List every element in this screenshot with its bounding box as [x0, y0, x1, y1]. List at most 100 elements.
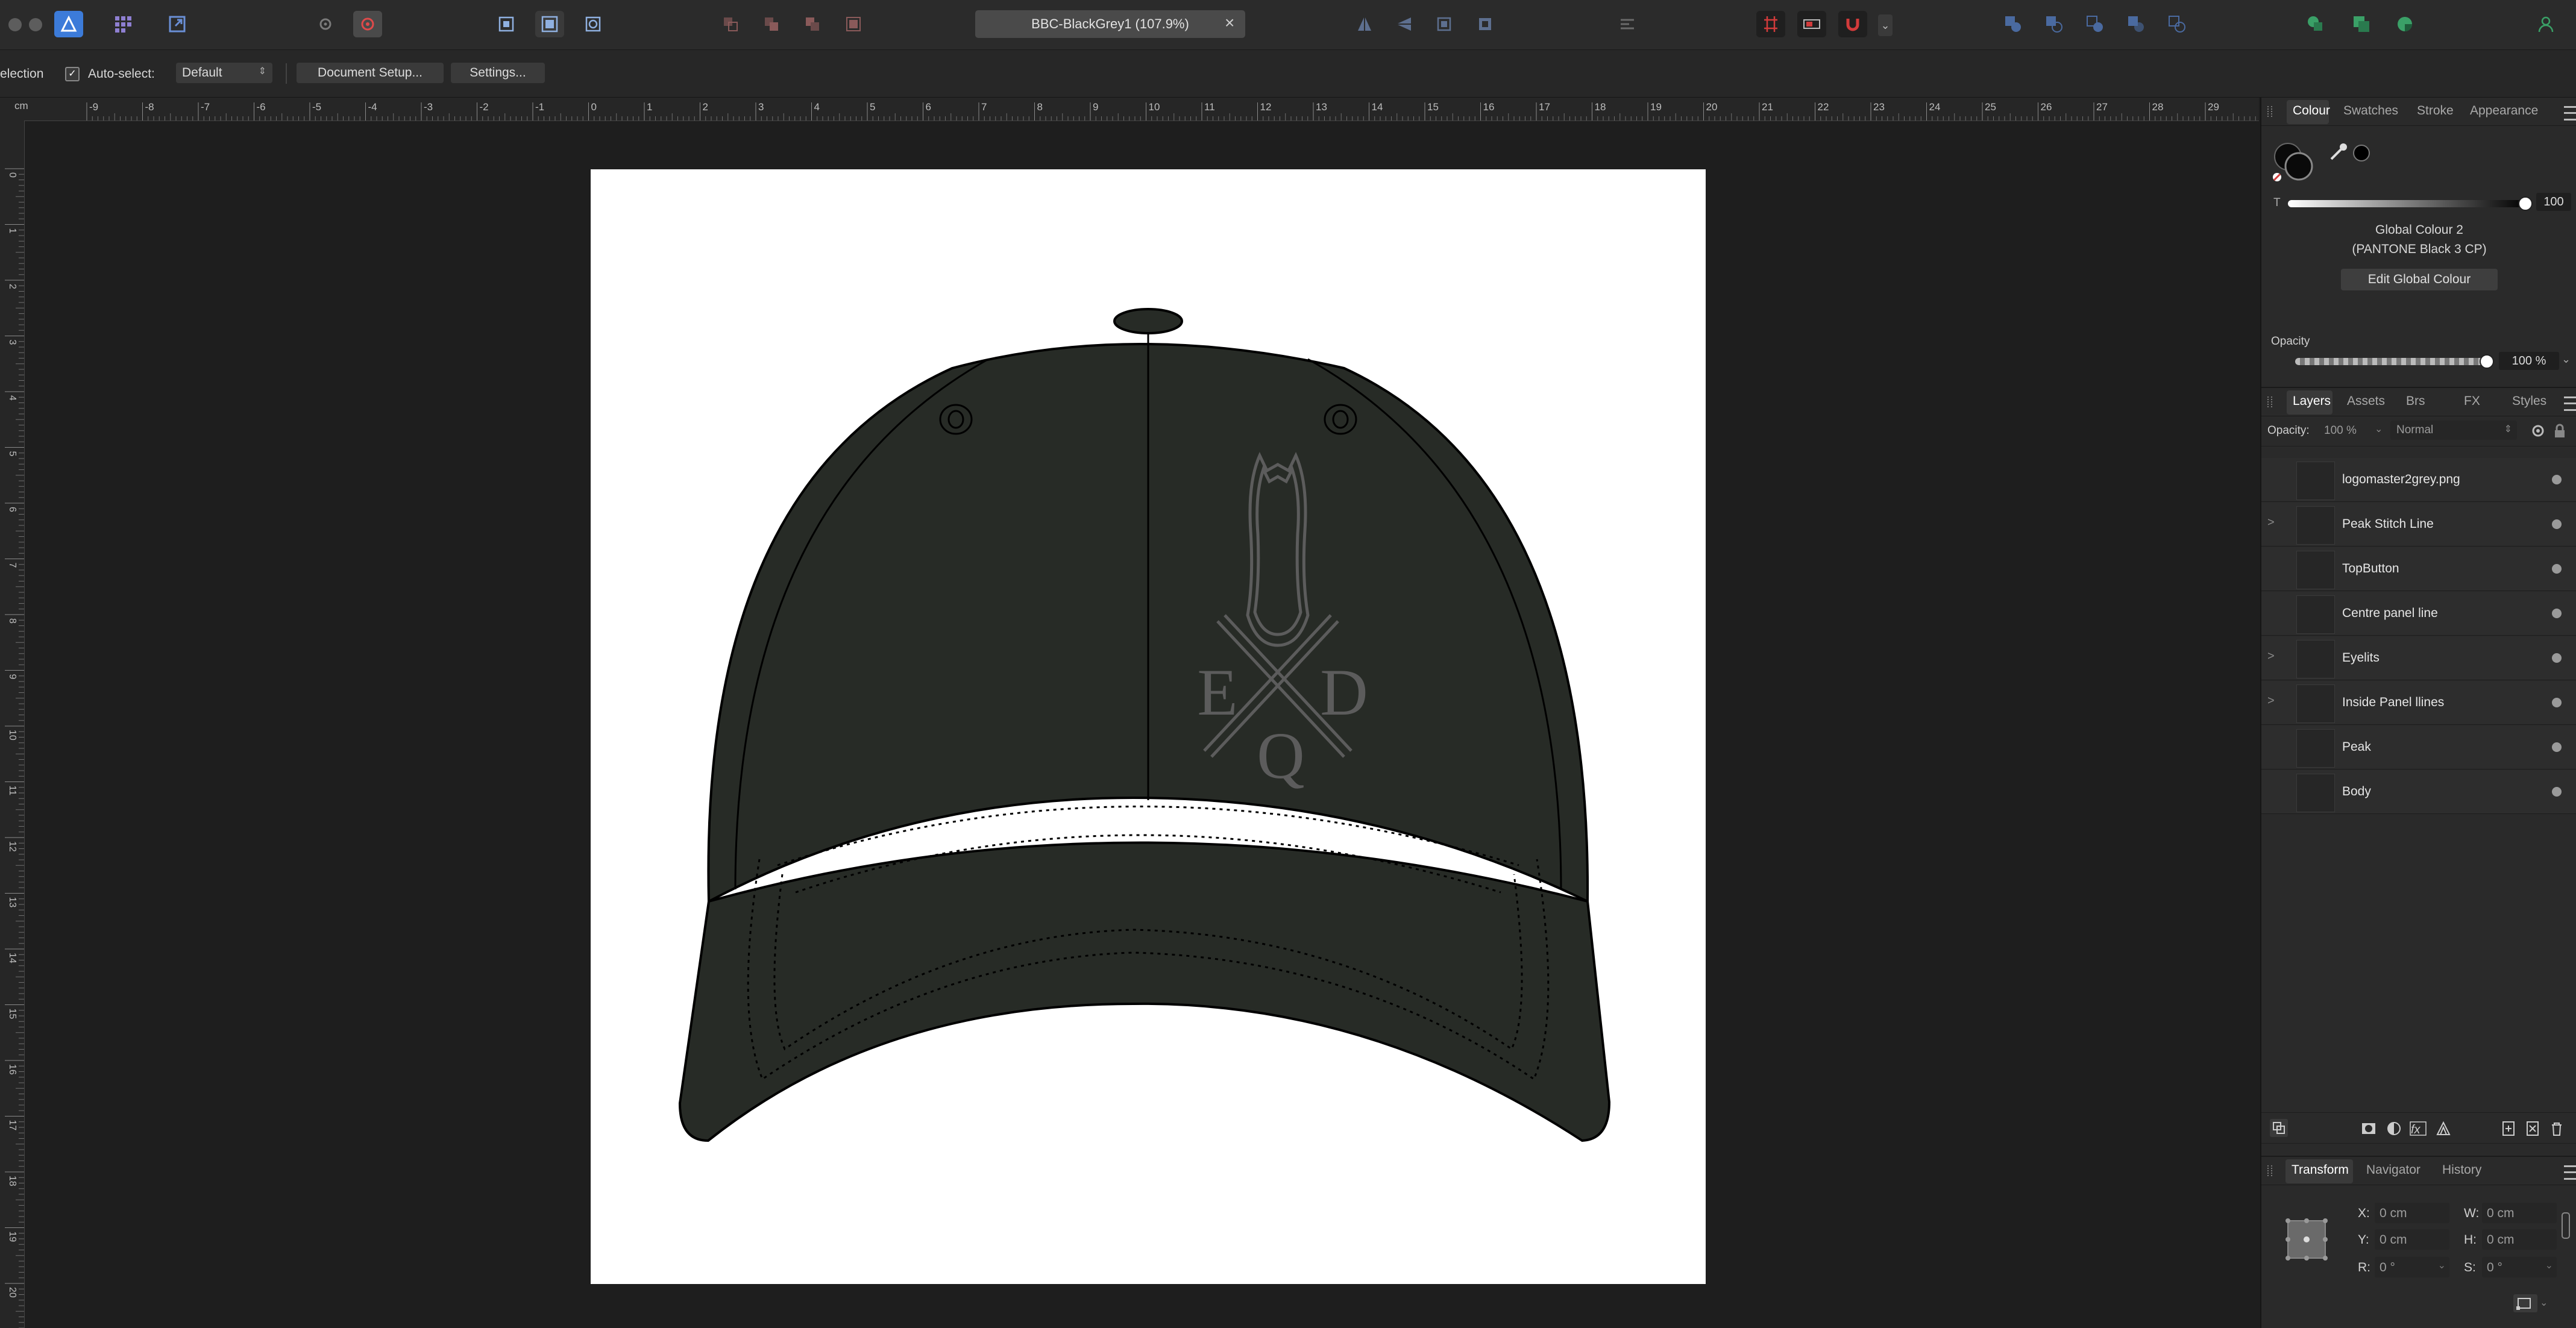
layer-expander[interactable]: > [2267, 694, 2275, 708]
tint-slider-handle[interactable] [2518, 196, 2533, 211]
tab-appearance[interactable]: Appearance [2470, 104, 2538, 118]
insert-behind-button[interactable] [2347, 11, 2376, 37]
layer-visibility-toggle[interactable] [2552, 519, 2562, 529]
horizontal-ruler[interactable]: cm -9 -8 -7 -6 -5 -4 -3 -2 -1 0 1 2 3 4 5 6 7 8 9 10 11 12 13 1… [0, 98, 2259, 121]
h-field[interactable]: 0 cm [2482, 1229, 2557, 1250]
layer-visibility-toggle[interactable] [2552, 564, 2562, 574]
account-button[interactable] [2531, 11, 2560, 37]
snapping-toggle[interactable] [1756, 11, 1785, 37]
edit-global-colour-button[interactable]: Edit Global Colour [2341, 269, 2498, 290]
move-backward-button[interactable] [757, 11, 786, 37]
current-colour-swatch[interactable] [2353, 145, 2370, 161]
opacity-dropdown-icon[interactable]: ⌄ [2562, 353, 2571, 366]
tab-navigator[interactable]: Navigator [2366, 1163, 2420, 1177]
document-setup-button[interactable]: Document Setup... [297, 63, 444, 83]
fill-stroke-selector[interactable] [2272, 140, 2314, 182]
add-layer-button[interactable] [2500, 1120, 2517, 1140]
magnet-toggle[interactable] [1838, 11, 1867, 37]
preferences-button[interactable] [353, 11, 382, 37]
autoselect-dropdown[interactable]: Default ⇕ [176, 63, 272, 83]
insert-inside-button[interactable] [2301, 11, 2330, 37]
flip-horizontal-button[interactable] [1350, 11, 1379, 37]
layer-opacity-dropdown-icon[interactable]: ⌄ [2375, 423, 2383, 435]
rotate-left-button[interactable] [1430, 11, 1459, 37]
adjustment-button[interactable] [2386, 1120, 2402, 1140]
move-forward-button[interactable] [798, 11, 827, 37]
layer-expander[interactable]: > [2267, 516, 2275, 530]
layer-row[interactable]: Peak [2261, 725, 2576, 769]
rotate-right-button[interactable] [1471, 11, 1500, 37]
tab-assets[interactable]: Assets [2347, 394, 2385, 409]
view-mode-outline-button[interactable] [579, 11, 608, 37]
anchor-point-selector[interactable] [2283, 1216, 2330, 1263]
add-pixel-layer-button[interactable] [2524, 1120, 2541, 1140]
artboard[interactable]: E D Q [591, 169, 1706, 1284]
tab-fx[interactable]: FX [2464, 394, 2480, 409]
close-document-button[interactable]: × [1225, 13, 1234, 33]
shear-field[interactable]: 0 ° ⌄ [2482, 1257, 2557, 1277]
layer-settings-button[interactable] [2530, 423, 2546, 442]
opacity-slider[interactable] [2295, 358, 2486, 365]
boolean-xor-button[interactable] [2122, 11, 2150, 37]
panel-menu-icon[interactable] [2564, 106, 2576, 121]
panel-menu-icon[interactable] [2564, 1165, 2576, 1180]
layer-row[interactable]: TopButton [2261, 547, 2576, 591]
flip-vertical-button[interactable] [1390, 11, 1419, 37]
view-mode-pixel-button[interactable] [492, 11, 521, 37]
tab-stroke[interactable]: Stroke [2417, 104, 2454, 118]
window-close-button[interactable] [8, 18, 22, 31]
mask-layer-button[interactable] [2360, 1120, 2377, 1140]
tint-slider[interactable] [2288, 200, 2527, 207]
layer-row[interactable]: Body [2261, 770, 2576, 814]
align-button[interactable] [1613, 11, 1642, 37]
layer-row[interactable]: Centre panel line [2261, 592, 2576, 636]
transform-origin-button[interactable] [2513, 1294, 2537, 1312]
tab-transform[interactable]: Transform [2292, 1163, 2349, 1177]
opacity-value-field[interactable]: 100 % [2499, 352, 2559, 370]
layer-opacity-value[interactable]: 100 % [2324, 424, 2357, 437]
move-to-back-button[interactable] [716, 11, 745, 37]
window-minimize-button[interactable] [29, 18, 42, 31]
document-tab[interactable]: BBC-BlackGrey1 (107.9%) [975, 10, 1245, 38]
snapping-settings-button[interactable] [311, 11, 340, 37]
y-field[interactable]: 0 cm [2375, 1229, 2449, 1250]
constrain-proportions-toggle[interactable] [2562, 1212, 2570, 1239]
snap-to-geometry-toggle[interactable] [1797, 11, 1826, 37]
fx-button[interactable]: fx [2410, 1120, 2427, 1140]
tab-history[interactable]: History [2442, 1163, 2481, 1177]
layer-visibility-toggle[interactable] [2552, 475, 2562, 484]
opacity-slider-handle[interactable] [2480, 354, 2494, 369]
tab-brushes[interactable]: Brs [2406, 394, 2425, 409]
autoselect-checkbox[interactable]: ✓ [65, 67, 80, 81]
x-field[interactable]: 0 cm [2375, 1203, 2449, 1223]
layer-row[interactable]: > Inside Panel llines [2261, 681, 2576, 725]
layer-row[interactable]: > Peak Stitch Line [2261, 503, 2576, 547]
delete-layer-button[interactable] [2548, 1120, 2565, 1140]
boolean-add-button[interactable] [1999, 11, 2028, 37]
live-filter-button[interactable] [2435, 1120, 2452, 1140]
boolean-intersect-button[interactable] [2081, 11, 2109, 37]
layer-expander[interactable]: > [2267, 650, 2275, 663]
canvas[interactable]: E D Q [25, 121, 2259, 1328]
pixel-persona-button[interactable] [108, 11, 137, 37]
layer-options-button[interactable] [2270, 1119, 2288, 1137]
insert-top-button[interactable] [2390, 11, 2419, 37]
layer-visibility-toggle[interactable] [2552, 609, 2562, 618]
blend-mode-dropdown[interactable]: Normal ⇕ [2390, 421, 2517, 440]
layer-row[interactable]: > Eyelits [2261, 636, 2576, 680]
boolean-divide-button[interactable] [2163, 11, 2191, 37]
rotation-field[interactable]: 0 ° ⌄ [2375, 1257, 2449, 1277]
colour-picker-button[interactable] [2328, 141, 2349, 163]
designer-persona-button[interactable] [54, 11, 83, 37]
tint-value-field[interactable]: 100 [2536, 193, 2571, 211]
view-mode-retina-button[interactable] [535, 11, 564, 37]
layer-visibility-toggle[interactable] [2552, 787, 2562, 797]
layer-visibility-toggle[interactable] [2552, 698, 2562, 707]
panel-menu-icon[interactable] [2564, 396, 2576, 411]
cap-artwork[interactable]: E D Q [591, 169, 1706, 1284]
export-persona-button[interactable] [163, 11, 192, 37]
layer-visibility-toggle[interactable] [2552, 742, 2562, 752]
tab-swatches[interactable]: Swatches [2343, 104, 2398, 118]
lock-layer-button[interactable] [2552, 423, 2568, 442]
tab-styles[interactable]: Styles [2512, 394, 2546, 409]
